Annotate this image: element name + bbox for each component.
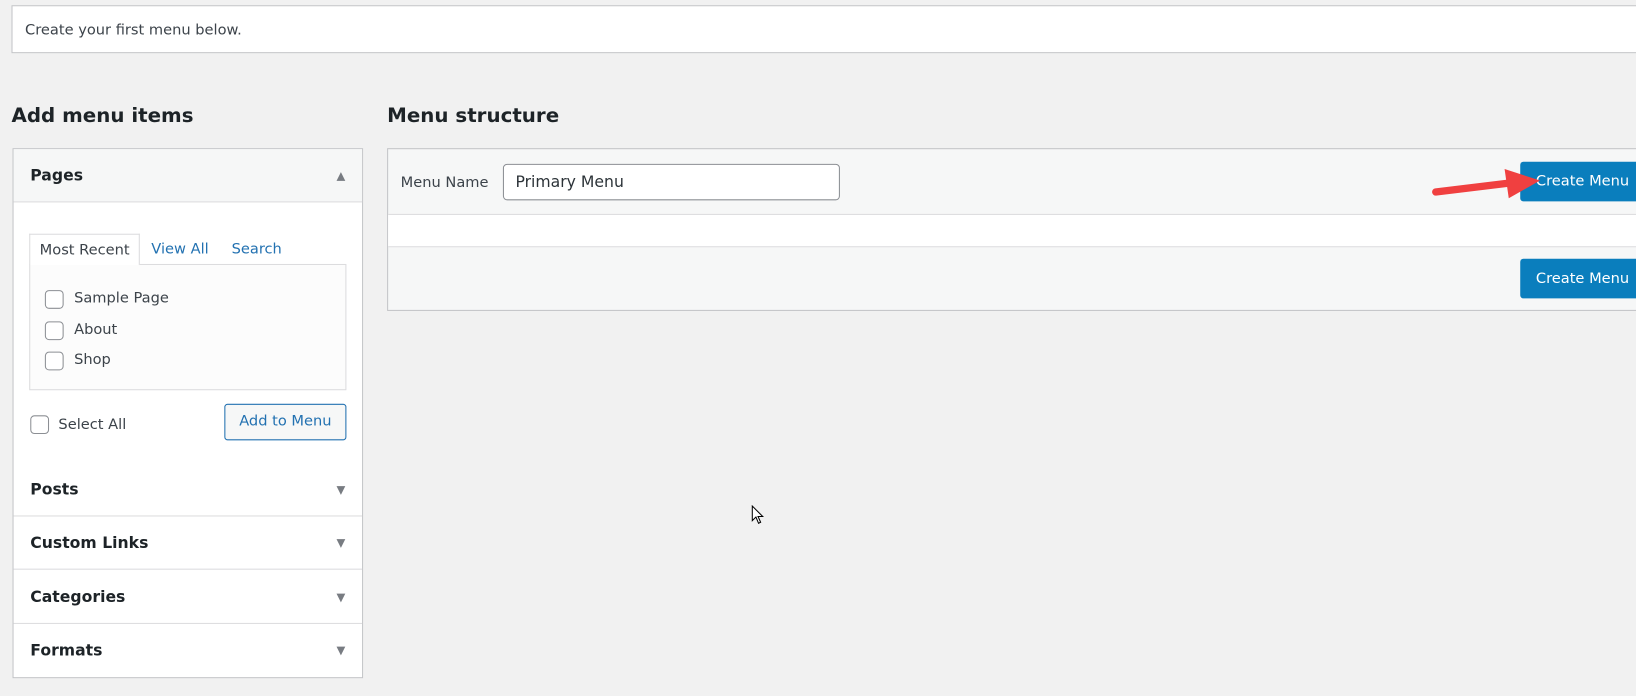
page-label: Shop (74, 351, 111, 369)
section-label: Categories (30, 587, 126, 607)
pages-list: Sample Page About Shop (29, 263, 347, 391)
menu-structure-heading: Menu structure (387, 104, 560, 128)
expand-triangle-icon[interactable]: ▼ (337, 516, 346, 569)
section-custom-links[interactable]: Custom Links ▼ (13, 516, 363, 570)
section-formats[interactable]: Formats ▼ (14, 624, 362, 677)
section-label: Formats (30, 640, 103, 660)
pages-section-header[interactable]: Pages ▲ (13, 149, 363, 203)
red-arrow-annotation (1432, 169, 1541, 199)
create-menu-button-bottom[interactable]: Create Menu (1520, 258, 1636, 299)
checkbox-sample-page[interactable] (44, 290, 64, 309)
menu-name-label: Menu Name (400, 174, 489, 191)
section-label: Posts (30, 479, 79, 499)
mouse-cursor-icon (751, 505, 764, 524)
section-categories[interactable]: Categories ▼ (13, 571, 363, 624)
pages-title: Pages (30, 165, 84, 185)
checkbox-shop[interactable] (44, 351, 64, 371)
select-all-checkbox[interactable] (30, 415, 50, 435)
section-posts[interactable]: Posts ▼ (13, 463, 363, 517)
expand-triangle-icon[interactable]: ▼ (337, 571, 346, 624)
collapse-triangle-icon[interactable]: ▲ (337, 149, 346, 202)
page-label: About (74, 321, 118, 339)
menu-name-input[interactable]: Primary Menu (502, 163, 840, 201)
expand-triangle-icon[interactable]: ▼ (337, 624, 346, 677)
page-label: Sample Page (74, 290, 169, 307)
add-menu-items-heading: Add menu items (11, 104, 194, 128)
notice-box: Create your first menu below. (11, 5, 1636, 54)
tab-search[interactable]: Search (232, 234, 282, 265)
select-all-label: Select All (58, 416, 127, 434)
add-to-menu-button[interactable]: Add to Menu (224, 403, 347, 441)
menu-structure-body (388, 213, 1636, 248)
section-label: Custom Links (30, 533, 149, 552)
checkbox-about[interactable] (44, 321, 64, 341)
tab-most-recent[interactable]: Most Recent (29, 233, 141, 266)
expand-triangle-icon[interactable]: ▼ (337, 463, 346, 516)
tab-view-all[interactable]: View All (151, 234, 208, 265)
